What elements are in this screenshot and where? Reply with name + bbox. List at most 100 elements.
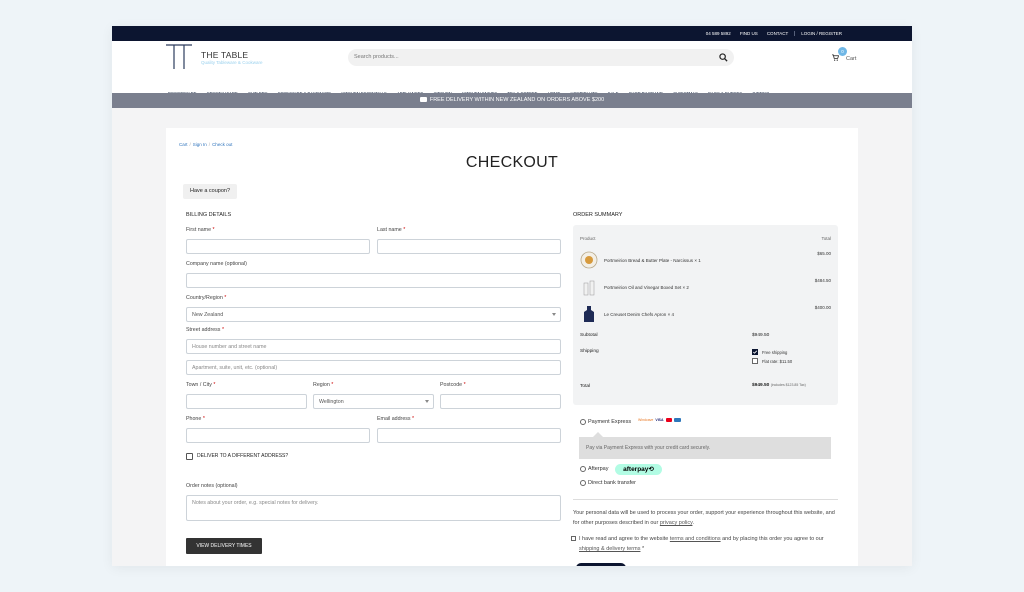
country-label: Country/Region * [186,295,227,301]
view-delivery-times-button[interactable]: VIEW DELIVERY TIMES [186,538,262,554]
subtotal-value: $949.50 [752,333,770,338]
breadcrumb-signin[interactable]: Sign In [193,142,207,147]
chevron-down-icon [425,400,429,403]
cart-label: Cart [846,56,857,62]
truck-icon [419,97,427,103]
order-item-name: Le Creuset Denim Chefs Apron × 4 [604,312,674,317]
terms-label: I have read and agree to the website ter… [579,536,824,552]
promo-text: FREE DELIVERY WITHIN NEW ZEALAND ON ORDE… [429,97,605,103]
payment-express-description: Pay via Payment Express with your credit… [579,432,831,459]
bank-transfer-label[interactable]: Direct bank transfer [588,480,636,486]
company-label: Company name (optional) [186,261,247,267]
shipping-label: Shipping [580,349,599,354]
billing-heading: BILLING DETAILS [186,212,232,218]
phone-number[interactable]: 04 589 5892 [706,31,731,36]
apron-thumbnail [584,306,594,322]
order-notes-textarea[interactable]: Notes about your order, e.g. special not… [186,495,561,521]
privacy-policy-link[interactable]: privacy policy [660,520,693,526]
cart-button[interactable]: 0 Cart [832,47,860,65]
brand-tagline: Quality Tableware & Cookware [201,60,263,65]
city-field[interactable] [186,394,307,409]
total-column-header: Total [821,236,831,241]
postcode-field[interactable] [440,394,561,409]
country-select[interactable]: New Zealand [186,307,561,322]
subtotal-label: Subtotal [580,333,598,338]
plate-thumbnail [580,251,598,269]
order-summary-heading: ORDER SUMMARY [573,212,623,218]
top-bar: 04 589 5892 FIND US CONTACT LOGIN / REGI… [112,26,912,41]
country-value: New Zealand [192,312,224,318]
order-item-price: $65.00 [817,251,831,256]
breadcrumb-cart[interactable]: Cart [179,142,188,147]
oil-vinegar-thumbnail [583,280,595,296]
logo-icon[interactable] [165,43,193,70]
different-address-checkbox[interactable] [186,453,193,460]
free-shipping-checkbox[interactable] [752,349,758,355]
company-field[interactable] [186,273,561,288]
breadcrumb-sep: / [208,142,211,147]
terms-link[interactable]: terms and conditions [670,536,721,542]
city-label: Town / City * [186,382,216,388]
tax-note: (includes $123.85 Tax) [770,383,806,387]
postcode-label: Postcode * [440,382,466,388]
afterpay-logo: afterpay⟲ [615,464,662,475]
product-column-header: Product [580,236,596,241]
place-order-button[interactable] [576,563,626,566]
flat-rate-label[interactable]: Flat rate: $11.50 [762,359,792,364]
email-field[interactable] [377,428,561,443]
terms-checkbox[interactable] [571,536,576,541]
order-item-name: Portmeirion Oil and Vinegar Boxed Set × … [604,285,689,290]
apartment-field[interactable]: Apartment, suite, unit, etc. (optional) [186,360,561,375]
shipping-terms-link[interactable]: shipping & delivery terms [579,546,640,552]
phone-label: Phone * [186,416,205,422]
total-label: Total [580,384,591,389]
payment-express-radio[interactable] [580,419,586,425]
total-value: $949.50 (includes $123.85 Tax) [752,383,806,388]
divider [573,499,838,500]
search-icon[interactable] [719,53,728,62]
order-item-name: Portmeirion Bread & Butter Plate - Narci… [604,258,701,263]
coupon-toggle[interactable]: Have a coupon? [183,184,237,199]
order-summary-box: Product Total Portmeirion Bread & Butter… [573,225,838,405]
free-shipping-label[interactable]: Free shipping [762,350,787,355]
search-input[interactable]: Search products... [348,49,734,66]
region-label: Region * [313,382,334,388]
browser-page: 04 589 5892 FIND US CONTACT LOGIN / REGI… [112,26,912,566]
page-title: CHECKOUT [465,154,559,171]
breadcrumb: Cart / Sign In / Check out [179,142,232,147]
first-name-label: First name * [186,227,215,233]
site-header: THE TABLE Quality Tableware & Cookware S… [112,41,912,96]
windcave-logo: Windcave [638,418,654,422]
flat-rate-checkbox[interactable] [752,358,758,364]
cart-icon [832,54,839,61]
order-item-price: $400.00 [814,305,831,310]
breadcrumb-checkout[interactable]: Check out [212,142,232,147]
order-item-price: $484.50 [814,278,831,283]
checkout-card: Cart / Sign In / Check out CHECKOUT Have a c… [166,128,858,566]
first-name-field[interactable] [186,239,370,254]
cart-count-badge: 0 [838,47,847,56]
last-name-field[interactable] [377,239,561,254]
privacy-notice: Your personal data will be used to proce… [573,510,835,526]
last-name-label: Last name * [377,227,406,233]
street-address-field[interactable]: House number and street name [186,339,561,354]
phone-field[interactable] [186,428,370,443]
region-value: Wellington [319,399,344,405]
order-notes-label: Order notes (optional) [186,483,238,489]
afterpay-label[interactable]: Afterpay [588,466,608,472]
bank-transfer-radio[interactable] [580,480,586,486]
breadcrumb-sep: / [189,142,191,147]
find-us-link[interactable]: FIND US [740,31,758,36]
search-placeholder: Search products... [354,54,399,60]
contact-link[interactable]: CONTACT [767,31,788,36]
region-select[interactable]: Wellington [313,394,434,409]
email-label: Email address * [377,416,415,422]
afterpay-radio[interactable] [580,466,586,472]
brand-name[interactable]: THE TABLE [201,50,248,60]
mastercard-icon [665,418,672,422]
login-register-link[interactable]: LOGIN / REGISTER [794,31,842,36]
payment-express-label[interactable]: Payment Express [588,419,631,425]
chevron-down-icon [552,313,556,316]
card-logos: Windcave VISA [638,418,681,422]
different-address-label[interactable]: DELIVER TO A DIFFERENT ADDRESS? [197,453,288,459]
